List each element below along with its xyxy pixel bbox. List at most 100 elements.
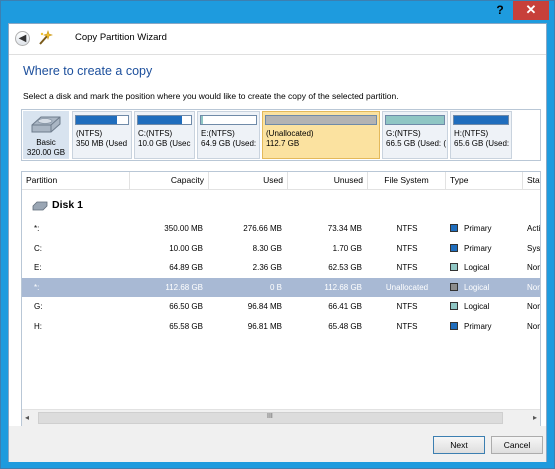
partition-size: 10.0 GB (Usec [138,139,191,148]
cell-status: None [527,263,540,273]
cell-partition: E: [34,263,42,273]
cell-fs: NTFS [396,322,418,331]
hard-disk-icon [31,116,61,133]
partition-block[interactable]: E:(NTFS) 64.9 GB (Used: [197,111,260,159]
wizard-window: ? ✕ ◀ Copy Partition Wizard Where to cre… [0,0,555,469]
title-bar: ? ✕ [1,1,554,23]
usage-bar-fill [138,116,182,124]
usage-bar-fill [76,116,118,124]
disk-map: Basic 320.00 GB (NTFS) 350 MB (Used C:(NTF… [21,109,541,161]
cell-fs: NTFS [396,243,418,253]
cell-status: None [527,322,540,331]
scroll-right-arrow-icon[interactable]: ▸ [533,413,537,422]
cell-type: Logical [450,263,489,272]
cell-type: Logical [450,282,490,292]
wizard-header: ◀ Copy Partition Wizard [9,24,546,54]
cell-type: Logical [450,302,489,311]
cell-used: 0 B [269,282,282,292]
disk-title: Disk 1 [52,199,83,211]
usage-bar [75,115,129,125]
scroll-thumb[interactable]: III [38,412,503,424]
partition-name: (Unallocated) [266,129,314,138]
cell-status: None [527,302,540,312]
cell-used: 2.36 GB [252,263,282,273]
cell-unused: 62.53 GB [328,263,362,273]
column-header-unused[interactable]: Unused [288,172,368,190]
cell-fs: NTFS [396,224,418,233]
cell-partition: G: [34,302,43,312]
cell-unused: 73.34 MB [327,224,362,233]
column-header-capacity[interactable]: Capacity [130,172,209,190]
client-area: ◀ Copy Partition Wizard Where to create … [8,23,547,462]
table-row[interactable]: G: 66.50 GB 96.84 MB 66.41 GB NTFS Logical Non… [22,297,540,316]
column-header-type[interactable]: Type [446,172,523,190]
partition-block[interactable]: G:(NTFS) 66.5 GB (Used: ( [382,111,448,159]
partition-size: 64.9 GB (Used: [201,139,257,148]
partition-size: 65.6 GB (Used: [454,139,510,148]
partition-name: H:(NTFS) [454,129,489,138]
partition-block[interactable]: H:(NTFS) 65.6 GB (Used: [450,111,512,159]
cell-used: 8.30 GB [252,243,282,253]
cell-unused: 112.68 GB [324,282,362,292]
wizard-content: Where to create a copy Select a disk and… [9,54,546,427]
cell-status: None [527,282,540,292]
table-row[interactable]: *: 350.00 MB 276.66 MB 73.34 MB NTFS Primary A… [22,219,540,238]
cell-type-label: Primary [464,243,492,253]
disk-group-row[interactable]: Disk 1 [22,198,540,214]
cell-type: Primary [450,243,492,253]
scroll-grip: III [267,413,273,420]
partition-type-swatch-icon [450,302,458,311]
help-button[interactable]: ? [487,1,513,20]
scroll-left-arrow-icon[interactable]: ◂ [25,413,29,422]
partition-type-swatch-icon [450,243,458,252]
partition-size: 350 MB (Used [76,139,128,148]
cell-capacity: 112.68 GB [165,282,203,292]
disk-info-block[interactable]: Basic 320.00 GB [23,111,69,159]
partition-type-swatch-icon [450,263,458,272]
partition-size: 66.5 GB (Used: ( [386,139,447,148]
cell-used: 276.66 MB [243,224,282,233]
back-arrow-icon[interactable]: ◀ [15,31,30,46]
table-row[interactable]: H: 65.58 GB 96.81 MB 65.48 GB NTFS Primary Non… [22,317,540,336]
cell-type-label: Primary [464,322,492,331]
cell-unused: 66.41 GB [328,302,362,312]
table-row[interactable]: *: 112.68 GB 0 B 112.68 GB Unallocated Logica… [22,277,540,297]
table-row[interactable]: E: 64.89 GB 2.36 GB 62.53 GB NTFS Logical None [22,258,540,277]
disk-size-label: 320.00 GB [26,148,66,157]
usage-bar [200,115,257,125]
partition-block[interactable]: C:(NTFS) 10.0 GB (Usec [134,111,195,159]
close-button[interactable]: ✕ [513,1,549,20]
instruction-text: Select a disk and mark the position wher… [23,91,399,101]
column-header-used[interactable]: Used [209,172,288,190]
usage-bar [137,115,192,125]
cell-used: 96.81 MB [247,322,282,331]
cell-status: Active [527,224,541,233]
cell-capacity: 10.00 GB [169,243,203,253]
page-title: Where to create a copy [23,64,153,78]
partition-table: Partition Capacity Used Unused File Syst… [21,171,541,427]
cancel-button[interactable]: Cancel [491,436,543,454]
partition-name: (NTFS) [76,129,103,138]
usage-bar-fill [454,116,508,124]
column-header-file-system[interactable]: File System [368,172,446,190]
cell-status: Syster [527,243,541,253]
cell-fs: Unallocated [385,282,429,292]
partition-type-swatch-icon [450,224,458,232]
usage-bar-fill [386,116,444,124]
cell-type: Primary [450,224,492,233]
next-button[interactable]: Next [433,436,485,454]
cell-partition: *: [34,224,40,233]
table-row[interactable]: C: 10.00 GB 8.30 GB 1.70 GB NTFS Primary Syste… [22,239,540,258]
column-header-status[interactable]: Status [523,172,540,190]
cell-type-label: Primary [464,224,492,233]
horizontal-scrollbar[interactable]: ◂ III ▸ [22,409,540,426]
table-header: Partition Capacity Used Unused File Syst… [22,172,540,190]
cell-partition: H: [34,322,42,331]
partition-block[interactable]: (NTFS) 350 MB (Used [72,111,132,159]
cell-type-label: Logical [464,282,490,292]
cell-type: Primary [450,322,492,331]
partition-name: C:(NTFS) [138,129,173,138]
column-header-partition[interactable]: Partition [22,172,130,190]
partition-block[interactable]: (Unallocated) 112.7 GB [262,111,380,159]
cell-unused: 65.48 GB [328,322,362,331]
